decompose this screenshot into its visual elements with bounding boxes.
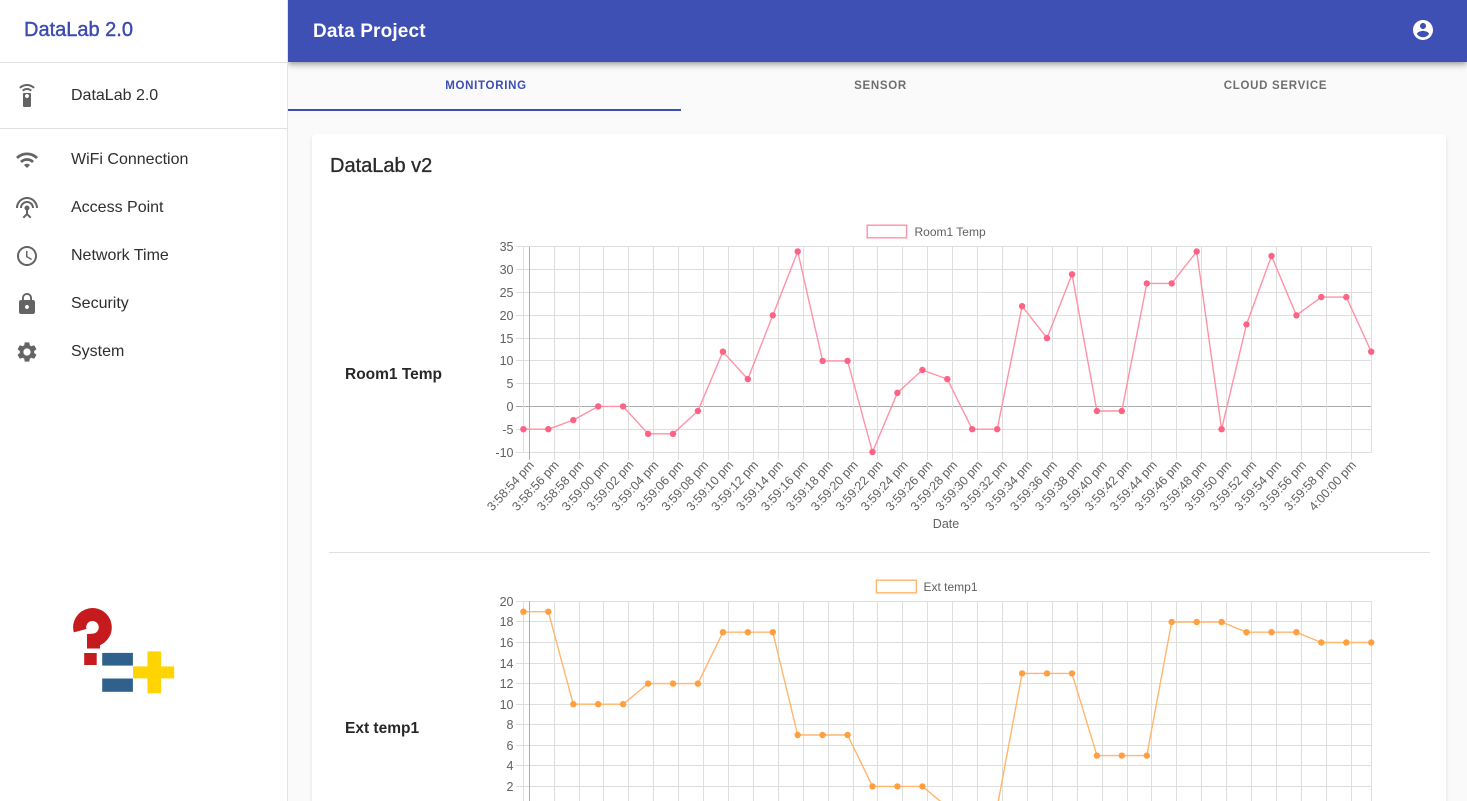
svg-text:18: 18 bbox=[500, 615, 514, 629]
svg-text:20: 20 bbox=[500, 309, 514, 323]
svg-text:20: 20 bbox=[500, 595, 514, 609]
svg-text:14: 14 bbox=[500, 657, 514, 671]
svg-text:Room1 Temp: Room1 Temp bbox=[915, 225, 986, 239]
svg-text:12: 12 bbox=[500, 677, 514, 691]
svg-text:-5: -5 bbox=[502, 423, 513, 437]
svg-text:15: 15 bbox=[500, 332, 514, 346]
svg-text:2: 2 bbox=[507, 780, 514, 794]
svg-text:35: 35 bbox=[500, 240, 514, 254]
svg-text:5: 5 bbox=[507, 377, 514, 391]
svg-text:30: 30 bbox=[500, 263, 514, 277]
svg-text:8: 8 bbox=[507, 718, 514, 732]
svg-text:Ext temp1: Ext temp1 bbox=[924, 580, 978, 594]
svg-text:16: 16 bbox=[500, 636, 514, 650]
svg-text:10: 10 bbox=[500, 698, 514, 712]
svg-text:10: 10 bbox=[500, 354, 514, 368]
svg-text:4: 4 bbox=[507, 759, 514, 773]
svg-text:6: 6 bbox=[507, 739, 514, 753]
svg-text:Date: Date bbox=[933, 517, 959, 531]
svg-text:25: 25 bbox=[500, 286, 514, 300]
svg-text:0: 0 bbox=[507, 400, 514, 414]
svg-text:-10: -10 bbox=[495, 446, 513, 460]
